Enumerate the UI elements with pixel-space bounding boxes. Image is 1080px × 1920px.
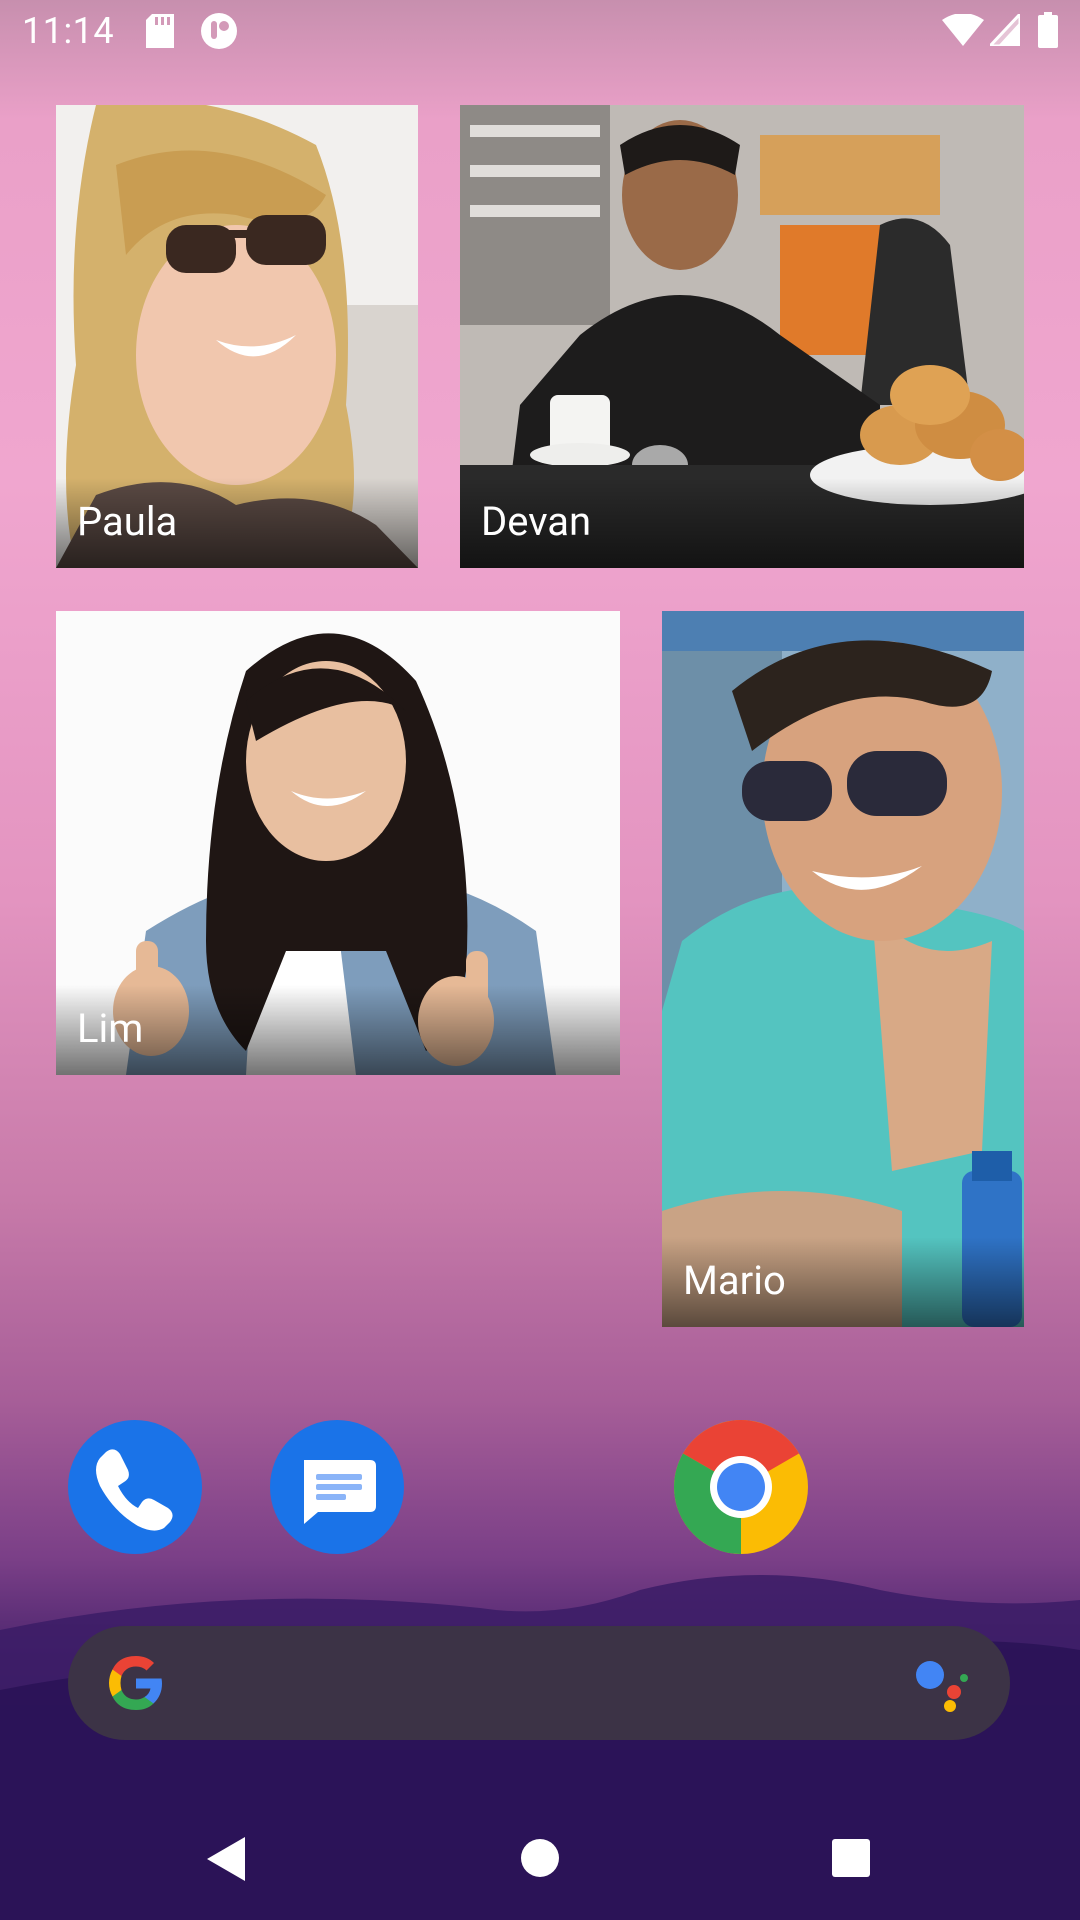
recents-button[interactable] xyxy=(831,1838,871,1878)
contact-name: Devan xyxy=(481,498,592,545)
messages-icon xyxy=(304,1460,376,1524)
contact-name: Paula xyxy=(77,498,178,545)
home-button[interactable] xyxy=(520,1838,560,1878)
contact-name: Mario xyxy=(683,1257,786,1304)
contact-tile-lim[interactable]: Lim xyxy=(56,611,620,1075)
google-g-icon xyxy=(109,1656,162,1710)
cellular-signal-icon xyxy=(990,14,1020,46)
notification-app-icon xyxy=(201,13,237,49)
contact-tile-paula[interactable]: Paula xyxy=(56,105,418,568)
messages-app-button[interactable] xyxy=(270,1420,404,1554)
chrome-icon xyxy=(674,1420,808,1554)
contact-tile-devan[interactable]: Devan xyxy=(460,105,1024,568)
sd-card-icon xyxy=(146,14,174,48)
phone-app-button[interactable] xyxy=(68,1420,202,1554)
status-bar: 11:14 xyxy=(0,0,1080,64)
contact-photo xyxy=(662,611,1024,1327)
contact-tile-mario[interactable]: Mario xyxy=(662,611,1024,1327)
google-search-bar[interactable] xyxy=(68,1626,1010,1740)
phone-icon xyxy=(96,1449,173,1531)
chrome-app-button[interactable] xyxy=(674,1420,808,1554)
wifi-icon xyxy=(942,14,984,46)
battery-icon xyxy=(1038,12,1058,48)
back-button[interactable] xyxy=(205,1835,249,1883)
contact-name: Lim xyxy=(77,1005,144,1052)
navigation-bar xyxy=(0,1800,1080,1920)
status-time: 11:14 xyxy=(22,10,115,52)
google-assistant-icon[interactable] xyxy=(912,1653,972,1713)
